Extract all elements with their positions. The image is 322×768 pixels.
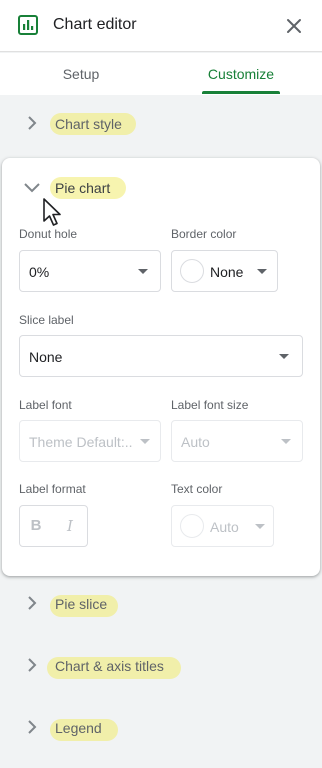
section-title-chart-style: Chart style — [55, 116, 122, 132]
label-format-label: Label format — [19, 482, 86, 496]
label-font-size-select: Auto — [171, 420, 303, 462]
editor-title: Chart editor — [53, 16, 137, 33]
section-title-legend: Legend — [55, 720, 102, 736]
section-title-pie-chart: Pie chart — [55, 180, 111, 196]
dropdown-arrow-icon — [257, 269, 267, 274]
chevron-right-icon — [28, 596, 37, 610]
border-color-value: None — [210, 264, 244, 280]
label-format-group: B I — [19, 505, 88, 547]
section-legend[interactable]: Legend — [0, 700, 322, 760]
color-swatch — [180, 259, 204, 283]
slice-label-select[interactable]: None — [19, 335, 303, 377]
text-color-select: Auto — [171, 505, 274, 547]
dropdown-arrow-icon — [255, 524, 265, 529]
donut-hole-select[interactable]: 0% — [19, 250, 161, 292]
tab-setup[interactable]: Setup — [40, 53, 122, 95]
slice-label-label: Slice label — [19, 313, 74, 327]
active-tab-indicator — [202, 91, 280, 94]
label-font-label: Label font — [19, 398, 72, 412]
section-title-chart-axis-titles: Chart & axis titles — [55, 658, 164, 674]
chart-icon — [18, 15, 38, 35]
label-font-value: Theme Default:... — [29, 434, 133, 450]
border-color-label: Border color — [171, 227, 237, 241]
section-chart-axis-titles[interactable]: Chart & axis titles — [0, 638, 322, 698]
close-icon[interactable] — [282, 14, 306, 38]
italic-button[interactable]: I — [61, 517, 79, 535]
section-title-pie-slice: Pie slice — [55, 596, 108, 612]
dropdown-arrow-icon — [281, 439, 291, 444]
dropdown-arrow-icon — [138, 269, 148, 274]
editor-tabs: Setup Customize — [0, 53, 322, 95]
dropdown-arrow-icon — [279, 354, 289, 359]
color-swatch — [180, 514, 204, 538]
label-font-size-value: Auto — [181, 434, 210, 450]
donut-hole-value: 0% — [29, 264, 50, 280]
chevron-right-icon — [28, 720, 37, 734]
slice-label-value: None — [29, 349, 63, 365]
text-color-label: Text color — [171, 482, 223, 496]
bold-button[interactable]: B — [27, 517, 45, 535]
dropdown-arrow-icon — [140, 439, 150, 444]
section-chart-style[interactable]: Chart style — [0, 96, 322, 156]
mouse-cursor-icon — [43, 198, 61, 226]
border-color-select[interactable]: None — [171, 250, 278, 292]
chevron-right-icon — [28, 116, 37, 130]
donut-hole-label: Donut hole — [19, 227, 78, 241]
chevron-down-icon[interactable] — [22, 180, 42, 196]
chevron-right-icon — [28, 658, 37, 672]
tab-customize[interactable]: Customize — [200, 53, 282, 95]
editor-header: Chart editor — [0, 0, 322, 52]
section-pie-slice[interactable]: Pie slice — [0, 576, 322, 636]
label-font-select: Theme Default:... — [19, 420, 161, 462]
text-color-value: Auto — [210, 519, 239, 535]
chart-editor-panel: Chart editor Setup Customize Chart style… — [0, 0, 322, 768]
label-font-size-label: Label font size — [171, 398, 249, 412]
